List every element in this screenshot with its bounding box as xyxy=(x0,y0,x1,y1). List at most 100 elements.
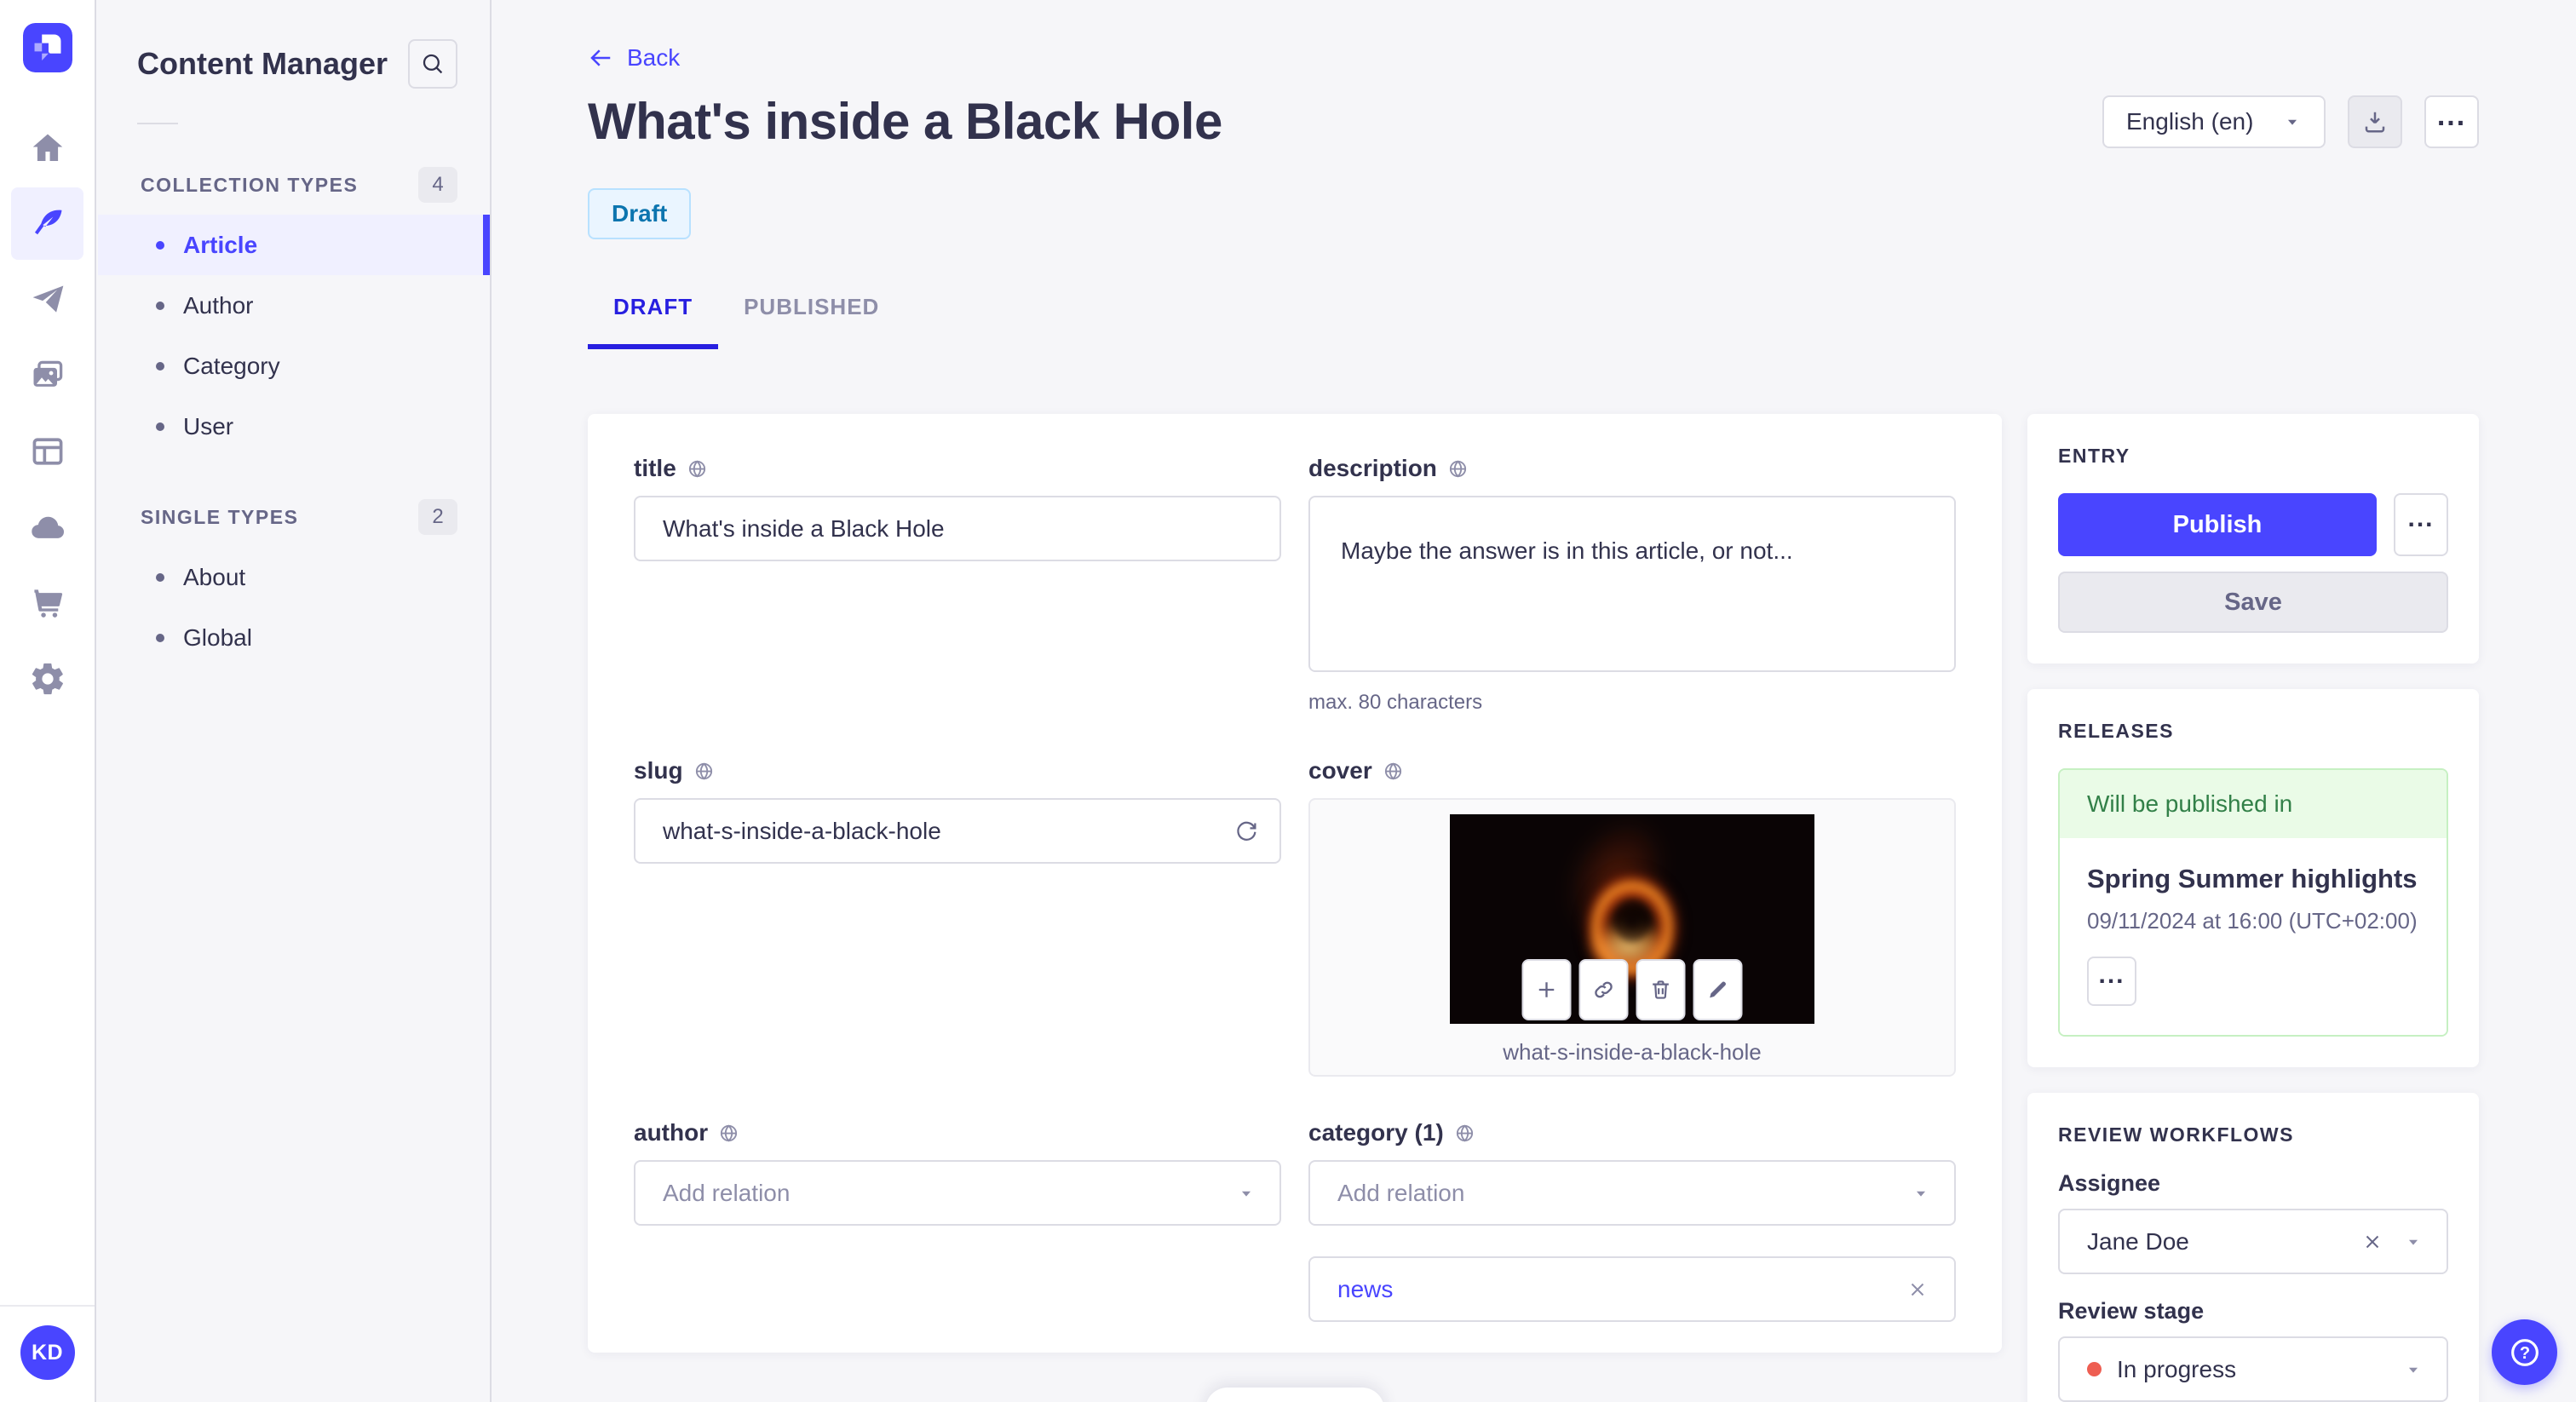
globe-icon xyxy=(687,458,708,480)
globe-icon xyxy=(1383,761,1404,782)
bullet-icon xyxy=(156,240,164,250)
nav-item-marketplace[interactable] xyxy=(11,566,83,639)
field-title: title xyxy=(634,455,1281,561)
strapi-logo[interactable] xyxy=(22,23,72,72)
feather-icon xyxy=(29,205,66,243)
edit-media-button[interactable] xyxy=(1693,959,1743,1020)
sidebar-item-category[interactable]: Category xyxy=(98,336,490,396)
bullet-icon xyxy=(156,633,164,642)
edit-form-card: title description Maybe xyxy=(588,414,2002,1353)
main-nav: KD xyxy=(0,0,96,1402)
page-title: What's inside a Black Hole xyxy=(588,93,1222,150)
home-icon xyxy=(29,129,66,167)
chevron-down-icon xyxy=(2404,1232,2423,1251)
download-button[interactable] xyxy=(2348,95,2402,148)
sidebar-item-global[interactable]: Global xyxy=(98,607,490,668)
save-button[interactable]: Save xyxy=(2058,572,2448,633)
nav-items xyxy=(11,112,83,715)
field-slug: slug xyxy=(634,757,1281,864)
publish-button[interactable]: Publish xyxy=(2058,493,2377,556)
category-relation-combobox[interactable]: Add relation xyxy=(1308,1160,1956,1226)
release-status: Will be published in xyxy=(2060,770,2447,838)
cover-actions xyxy=(1521,959,1743,1020)
review-panel-title: REVIEW WORKFLOWS xyxy=(2058,1123,2294,1146)
cover-caption: what-s-inside-a-black-hole xyxy=(1503,1039,1762,1065)
entry-more-button[interactable]: ... xyxy=(2394,493,2448,556)
category-relation-placeholder: Add relation xyxy=(1337,1179,1465,1206)
field-description: description Maybe the answer is in this … xyxy=(1308,455,1956,715)
nav-item-media-library[interactable] xyxy=(11,339,83,411)
collection-types-count: 4 xyxy=(418,167,457,203)
locale-select[interactable]: English (en) xyxy=(2102,95,2326,148)
arrow-left-icon xyxy=(588,45,613,71)
nav-item-cloud[interactable] xyxy=(11,491,83,563)
sidebar-item-label: Category xyxy=(183,352,280,379)
sidebar-item-about[interactable]: About xyxy=(98,547,490,607)
description-textarea[interactable]: Maybe the answer is in this article, or … xyxy=(1308,496,1956,672)
release-name: Spring Summer highlights xyxy=(2087,864,2418,893)
slug-input[interactable] xyxy=(634,798,1281,864)
release-date: 09/11/2024 at 16:00 (UTC+02:00) xyxy=(2087,908,2418,934)
assignee-label: Assignee xyxy=(2058,1170,2161,1196)
category-field-label: category (1) xyxy=(1308,1119,1444,1146)
nav-item-content-type-builder[interactable] xyxy=(11,415,83,487)
review-stage-combobox[interactable]: In progress xyxy=(2058,1336,2448,1402)
nav-item-releases[interactable] xyxy=(11,263,83,336)
nav-footer: KD xyxy=(0,1305,95,1402)
field-category: category (1) Add relation news xyxy=(1308,1119,1956,1322)
sidebar-item-user[interactable]: User xyxy=(98,396,490,457)
author-relation-placeholder: Add relation xyxy=(663,1179,791,1206)
field-cover: cover what-s-inside-a-black-hole xyxy=(1308,757,1956,1077)
author-field-label: author xyxy=(634,1119,709,1146)
delete-media-button[interactable] xyxy=(1636,959,1686,1020)
help-button[interactable]: ? xyxy=(2492,1319,2557,1385)
sidebar-item-label: About xyxy=(183,563,246,590)
add-media-button[interactable] xyxy=(1521,959,1572,1020)
search-icon xyxy=(419,50,446,78)
cover-image[interactable] xyxy=(1450,814,1814,1024)
chevron-down-icon xyxy=(2283,112,2302,131)
sidebar-item-article[interactable]: Article xyxy=(98,215,490,275)
review-workflows-panel: REVIEW WORKFLOWS Assignee Jane Doe Revie… xyxy=(2027,1093,2479,1402)
copy-link-button[interactable] xyxy=(1578,959,1629,1020)
search-button[interactable] xyxy=(408,39,457,89)
svg-text:?: ? xyxy=(2519,1344,2529,1363)
review-stage-value: In progress xyxy=(2117,1355,2237,1382)
refresh-icon[interactable] xyxy=(1233,819,1259,844)
side-panels: ENTRY Publish ... Save RELEASES Will be … xyxy=(2027,414,2479,1402)
tab-published[interactable]: PUBLISHED xyxy=(718,294,905,349)
trash-icon xyxy=(1649,978,1673,1002)
nav-item-content-manager[interactable] xyxy=(11,187,83,260)
author-relation-combobox[interactable]: Add relation xyxy=(634,1160,1281,1226)
chevron-down-icon xyxy=(2404,1360,2423,1379)
sidebar-item-label: Author xyxy=(183,291,254,319)
divider xyxy=(137,123,178,124)
relation-link[interactable]: news xyxy=(1337,1276,1393,1303)
globe-icon xyxy=(693,761,715,782)
nav-item-settings[interactable] xyxy=(11,642,83,715)
back-link[interactable]: Back xyxy=(588,44,680,72)
globe-icon xyxy=(1454,1123,1475,1144)
avatar[interactable]: KD xyxy=(20,1325,75,1380)
release-more-button[interactable]: ... xyxy=(2087,957,2136,1006)
bullet-icon xyxy=(156,301,164,310)
title-input[interactable] xyxy=(634,496,1281,561)
header-more-button[interactable]: ... xyxy=(2424,95,2479,148)
clear-icon[interactable] xyxy=(2361,1231,2383,1253)
bullet-icon xyxy=(156,572,164,582)
assignee-value: Jane Doe xyxy=(2087,1227,2189,1255)
tab-draft[interactable]: DRAFT xyxy=(588,294,719,349)
review-stage-label: Review stage xyxy=(2058,1298,2205,1324)
description-helper: max. 80 characters xyxy=(1308,691,1483,714)
help-icon: ? xyxy=(2507,1335,2543,1370)
single-types-count: 2 xyxy=(418,499,457,535)
releases-panel-title: RELEASES xyxy=(2058,720,2174,742)
nav-item-home[interactable] xyxy=(11,112,83,184)
sidebar-item-author[interactable]: Author xyxy=(98,275,490,336)
gear-icon xyxy=(29,660,66,698)
sidebar-item-label: Global xyxy=(183,623,252,651)
remove-relation-button[interactable] xyxy=(1906,1278,1929,1301)
assignee-combobox[interactable]: Jane Doe xyxy=(2058,1209,2448,1274)
link-icon xyxy=(1592,978,1616,1002)
title-field-label: title xyxy=(634,455,676,481)
